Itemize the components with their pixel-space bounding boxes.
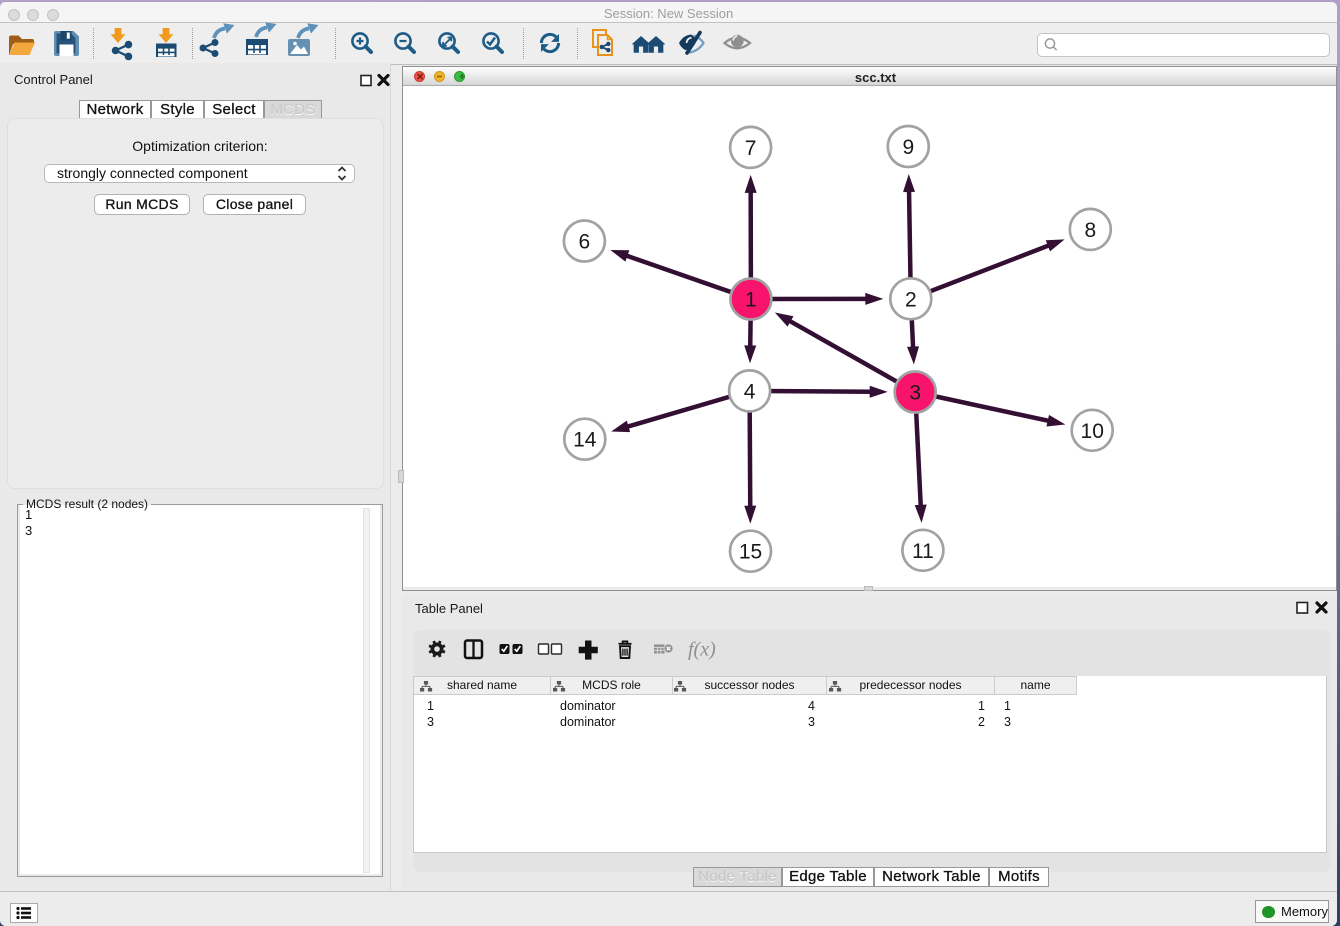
svg-text:9: 9 — [902, 136, 914, 159]
svg-text:10: 10 — [1081, 420, 1104, 443]
svg-text:15: 15 — [739, 541, 762, 564]
svg-text:6: 6 — [579, 231, 591, 254]
svg-text:14: 14 — [573, 429, 597, 452]
svg-text:f(x): f(x) — [688, 639, 716, 661]
svg-text:4: 4 — [744, 380, 756, 403]
svg-text:1: 1 — [745, 289, 757, 312]
svg-text:11: 11 — [912, 540, 934, 563]
svg-text:2: 2 — [905, 288, 917, 311]
svg-text:8: 8 — [1084, 219, 1096, 242]
svg-text:7: 7 — [745, 137, 757, 160]
svg-text:3: 3 — [909, 382, 921, 405]
